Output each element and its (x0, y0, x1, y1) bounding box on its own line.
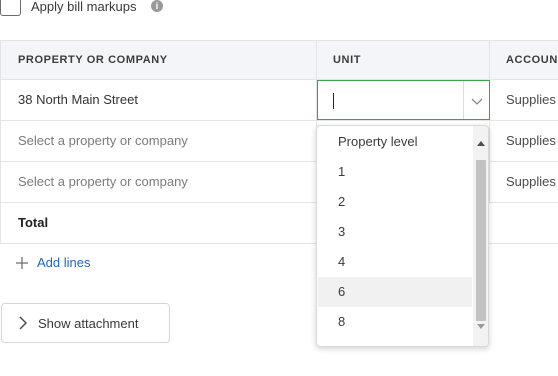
apply-bill-markups-label: Apply bill markups (31, 0, 137, 14)
unit-option[interactable]: 2 (318, 187, 472, 217)
scroll-up-arrow-icon[interactable] (477, 140, 485, 148)
unit-option[interactable]: 3 (318, 217, 472, 247)
unit-option[interactable]: 4 (318, 247, 472, 277)
total-label: Total (18, 215, 49, 230)
dropdown-scrollbar[interactable] (473, 126, 488, 346)
property-cell[interactable]: Select a property or company (18, 121, 308, 161)
table-header: PROPERTY OR COMPANY UNIT ACCOUN (0, 40, 558, 80)
account-cell[interactable]: Supplies (506, 121, 558, 161)
show-attachment-button[interactable]: Show attachment (1, 303, 170, 343)
plus-icon (16, 256, 28, 269)
column-divider (489, 162, 490, 202)
scroll-down-arrow-icon[interactable] (477, 322, 485, 330)
text-caret (333, 93, 334, 109)
account-cell[interactable]: Supplies (506, 80, 558, 120)
chevron-down-icon[interactable] (469, 93, 485, 109)
unit-dropdown-menu: Property level 1 2 3 4 6 8 (316, 125, 489, 347)
apply-bill-markups-checkbox[interactable] (0, 0, 21, 16)
header-unit: UNIT (333, 54, 362, 66)
info-icon[interactable]: i (151, 0, 163, 12)
unit-input[interactable] (317, 80, 490, 120)
column-divider (316, 41, 317, 80)
account-cell[interactable]: Supplies (506, 162, 558, 202)
table-row: 38 North Main Street Supplies (0, 80, 558, 121)
header-account: ACCOUN (506, 54, 558, 66)
property-cell[interactable]: 38 North Main Street (18, 80, 308, 120)
unit-option[interactable]: Property level (318, 127, 472, 157)
chevron-right-icon (19, 316, 27, 330)
add-lines-label: Add lines (37, 255, 91, 270)
column-divider (489, 121, 490, 161)
input-separator (463, 81, 464, 119)
show-attachment-label: Show attachment (38, 315, 139, 331)
property-cell[interactable]: Select a property or company (18, 162, 308, 202)
unit-option-hovered[interactable]: 6 (318, 277, 472, 307)
unit-option[interactable]: 8 (318, 307, 472, 337)
column-divider (489, 41, 490, 80)
unit-option[interactable]: 1 (318, 157, 472, 187)
add-lines-button[interactable]: Add lines (15, 255, 90, 270)
header-property-or-company: PROPERTY OR COMPANY (18, 54, 168, 66)
scrollbar-thumb[interactable] (476, 160, 486, 321)
bill-form: Apply bill markups i PROPERTY OR COMPANY… (0, 0, 558, 376)
